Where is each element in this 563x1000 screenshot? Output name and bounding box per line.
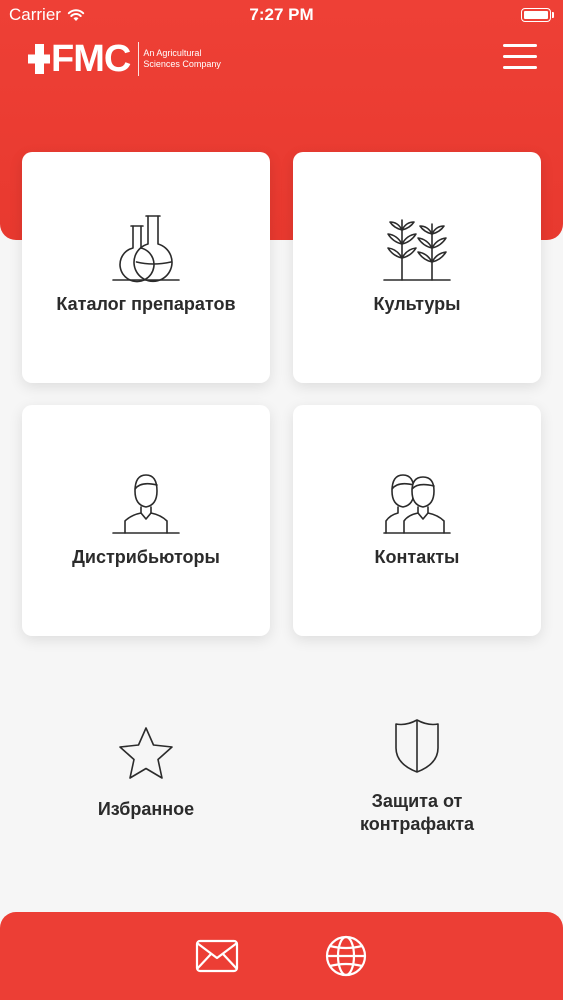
- mail-icon[interactable]: [195, 939, 239, 973]
- anti-counterfeit-tile[interactable]: Защита от контрафакта: [293, 716, 541, 836]
- tagline-line-2: Sciences Company: [143, 59, 221, 69]
- brand-tagline: An Agricultural Sciences Company: [143, 48, 221, 70]
- flasks-icon: [111, 212, 181, 284]
- bottom-bar: [0, 912, 563, 1000]
- plus-logo-icon: [28, 44, 50, 74]
- battery-icon: [521, 8, 554, 22]
- catalog-card-label: Каталог препаратов: [56, 294, 236, 314]
- favorites-tile[interactable]: Избранное: [22, 724, 270, 821]
- distributors-card[interactable]: Дистрибьюторы: [22, 405, 270, 636]
- crops-card[interactable]: Культуры: [293, 152, 541, 383]
- crops-card-label: Культуры: [373, 294, 461, 314]
- shield-icon: [395, 719, 439, 773]
- people-icon: [382, 465, 452, 537]
- fmc-logo: FMC An Agricultural Sciences Company: [28, 40, 221, 78]
- menu-line: [503, 66, 537, 69]
- distributors-card-label: Дистрибьюторы: [72, 547, 220, 567]
- contacts-card-label: Контакты: [374, 547, 460, 567]
- brand-name: FMC: [51, 38, 131, 80]
- menu-line: [503, 55, 537, 58]
- anti-counterfeit-label-line-2: контрафакта: [359, 814, 475, 834]
- catalog-card[interactable]: Каталог препаратов: [22, 152, 270, 383]
- plants-icon: [382, 212, 452, 284]
- person-icon: [111, 465, 181, 537]
- status-time: 7:27 PM: [249, 5, 314, 24]
- hamburger-menu-button[interactable]: [503, 44, 537, 70]
- star-icon: [119, 727, 173, 779]
- anti-counterfeit-label-line-1: Защита от: [371, 791, 463, 811]
- status-bar: Carrier 7:27 PM: [0, 0, 563, 30]
- favorites-label: Избранное: [97, 799, 195, 819]
- anti-counterfeit-label: Защита от контрафакта: [360, 790, 474, 836]
- contacts-card[interactable]: Контакты: [293, 405, 541, 636]
- globe-icon[interactable]: [324, 934, 368, 978]
- menu-line: [503, 44, 537, 47]
- tagline-line-1: An Agricultural: [143, 48, 202, 58]
- logo-divider: [138, 42, 140, 76]
